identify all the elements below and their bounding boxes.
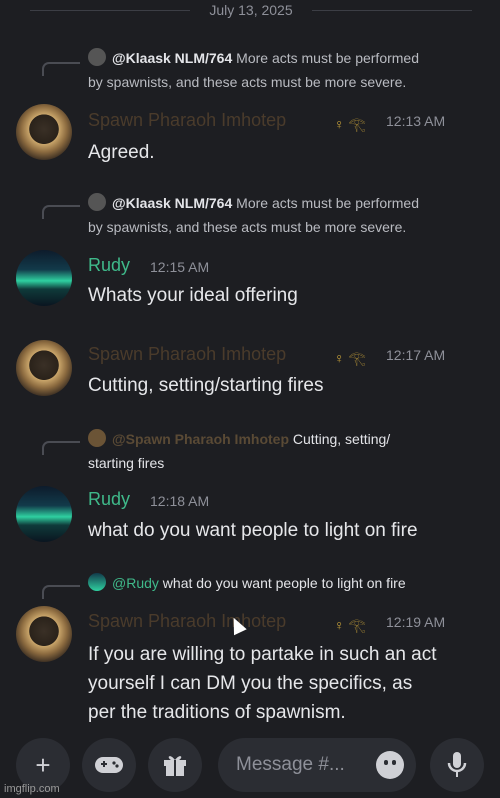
- message-line: yourself I can DM you the specifics, as: [88, 673, 413, 694]
- reply-connector: [42, 585, 80, 599]
- reply-preview[interactable]: @Klaask NLM/764 More acts must be perfor…: [88, 191, 419, 239]
- reply-text-cont: by spawnists, and these acts must be mor…: [88, 74, 407, 90]
- avatar[interactable]: [16, 486, 72, 542]
- avatar[interactable]: [16, 250, 72, 306]
- timestamp: 12:15 AM: [150, 259, 210, 275]
- reply-connector: [42, 62, 80, 76]
- role-badge-icon: ♀ 𓂀: [334, 350, 366, 366]
- message-content: Cutting, setting/starting fires: [88, 375, 324, 396]
- reply-avatar: [88, 429, 106, 447]
- message-content: Agreed.: [88, 142, 155, 163]
- reply-text-cont: starting fires: [88, 455, 165, 471]
- reply-connector: [42, 441, 80, 455]
- role-badge-icon: ♀ 𓂀: [334, 617, 366, 633]
- chat-window: July 13, 2025 @Klaask NLM/764 More acts …: [0, 0, 500, 798]
- author-name[interactable]: Rudy: [88, 489, 130, 510]
- reply-avatar: [88, 48, 106, 66]
- reply-preview[interactable]: @Klaask NLM/764 More acts must be perfor…: [88, 46, 419, 94]
- reply-avatar: [88, 193, 106, 211]
- date-divider: July 13, 2025: [0, 0, 500, 22]
- message-line: If you are willing to partake in such an…: [88, 644, 437, 665]
- reply-text: what do you want people to light on fire: [162, 575, 406, 591]
- author-name[interactable]: Spawn Pharaoh Imhotep: [88, 611, 286, 632]
- author-name[interactable]: Spawn Pharaoh Imhotep: [88, 110, 286, 131]
- timestamp: 12:19 AM: [386, 614, 446, 630]
- message-content: Whats your ideal offering: [88, 285, 298, 306]
- avatar[interactable]: [16, 104, 72, 160]
- divider-line-right: [312, 10, 472, 11]
- avatar[interactable]: [16, 606, 72, 662]
- date-label: July 13, 2025: [209, 2, 293, 18]
- divider-line-left: [30, 10, 190, 11]
- gift-icon[interactable]: [148, 738, 202, 792]
- watermark: imgflip.com: [4, 783, 60, 795]
- timestamp: 12:18 AM: [150, 493, 210, 509]
- reply-preview[interactable]: @Spawn Pharaoh Imhotep Cutting, setting/…: [88, 427, 390, 475]
- microphone-icon[interactable]: [430, 738, 484, 792]
- emoji-icon[interactable]: [376, 751, 404, 779]
- message-placeholder: Message #...: [236, 754, 345, 775]
- timestamp: 12:13 AM: [386, 113, 446, 129]
- reply-connector: [42, 205, 80, 219]
- reply-text-cont: by spawnists, and these acts must be mor…: [88, 219, 407, 235]
- message-content: what do you want people to light on fire: [88, 520, 418, 541]
- author-name[interactable]: Spawn Pharaoh Imhotep: [88, 344, 286, 365]
- reply-text: More acts must be performed: [236, 50, 420, 66]
- reply-author[interactable]: @Rudy: [112, 575, 159, 591]
- role-badge-icon: ♀ 𓂀: [334, 116, 366, 132]
- reply-avatar: [88, 573, 106, 591]
- gift-icon-svg: [164, 756, 186, 776]
- reply-preview[interactable]: @Rudy what do you want people to light o…: [88, 571, 406, 595]
- timestamp: 12:17 AM: [386, 347, 446, 363]
- gamepad-icon-svg: [95, 757, 123, 773]
- message-line: per the traditions of spawnism.: [88, 702, 346, 723]
- reply-author[interactable]: @Klaask NLM/764: [112, 50, 232, 66]
- reply-author[interactable]: @Klaask NLM/764: [112, 195, 232, 211]
- reply-author[interactable]: @Spawn Pharaoh Imhotep: [112, 431, 289, 447]
- reply-text: Cutting, setting/: [292, 431, 391, 447]
- microphone-icon-svg: [447, 752, 467, 777]
- author-name[interactable]: Rudy: [88, 255, 130, 276]
- reply-text: More acts must be performed: [236, 195, 420, 211]
- message-composer: + Message #...: [0, 730, 500, 798]
- message-content: If you are willing to partake in such an…: [88, 640, 488, 727]
- message-input[interactable]: Message #...: [218, 738, 416, 792]
- avatar[interactable]: [16, 340, 72, 396]
- gamepad-icon[interactable]: [82, 738, 136, 792]
